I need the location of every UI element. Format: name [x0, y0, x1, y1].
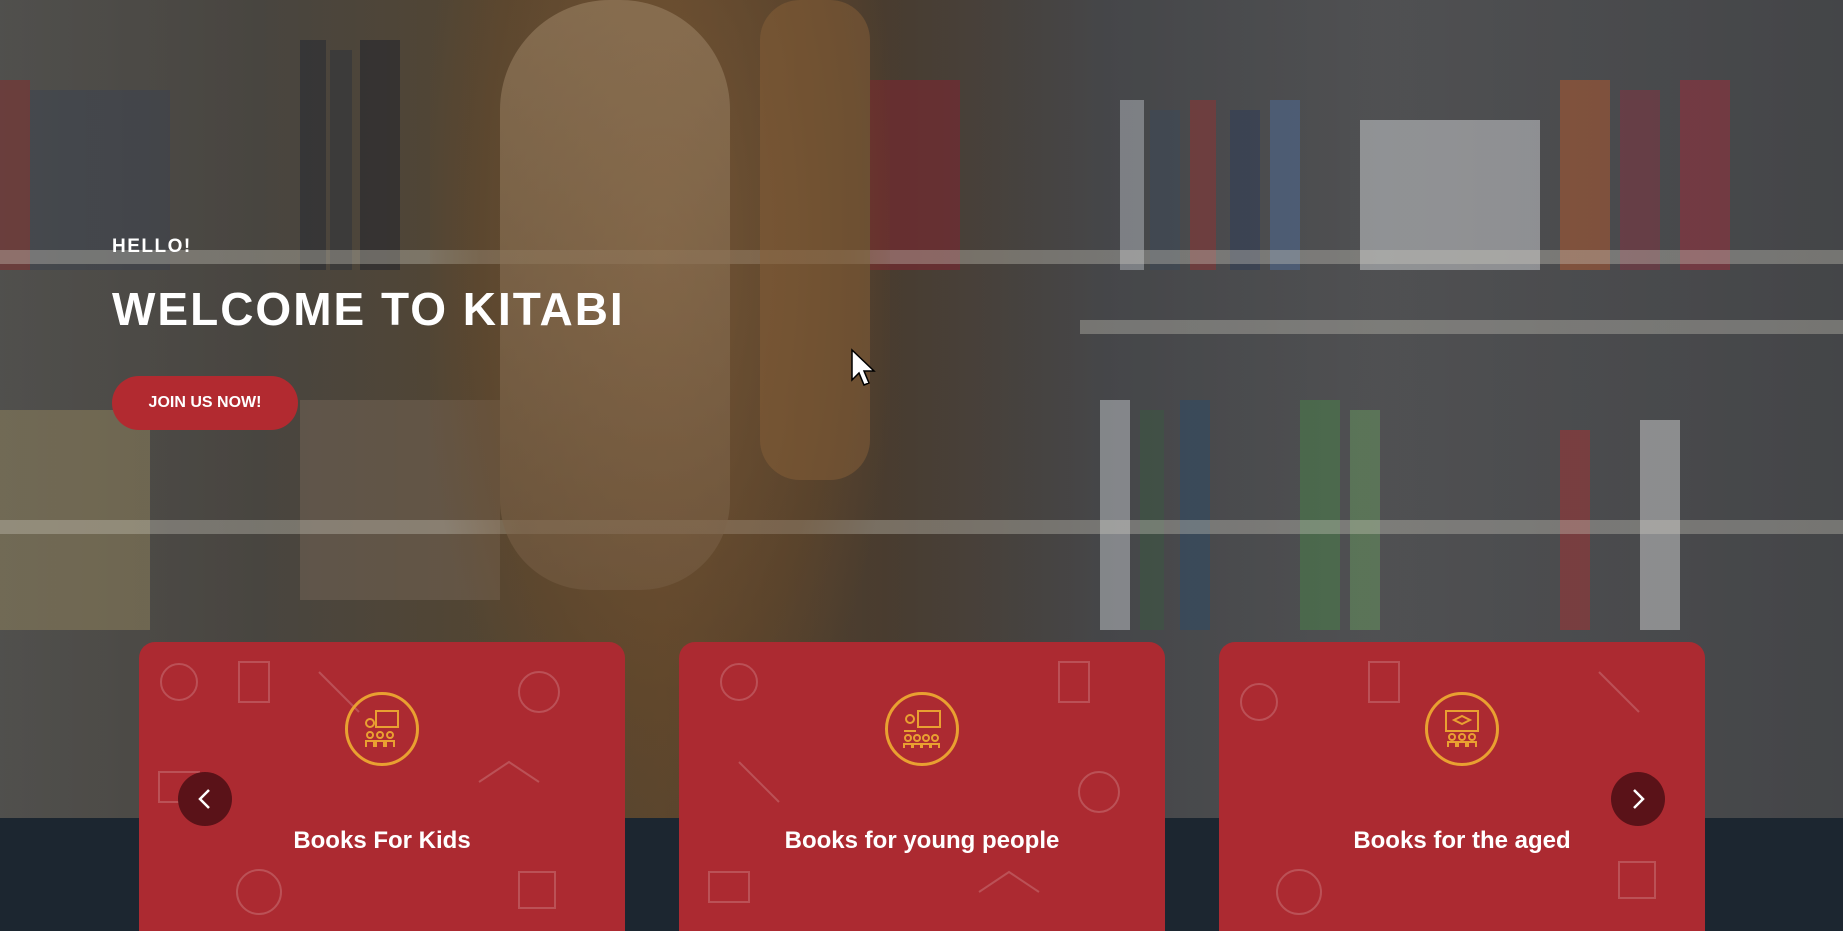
- hero-text: HELLO! WELCOME TO KITABI: [112, 236, 625, 336]
- presentation-audience-icon: [885, 692, 959, 766]
- kids-classroom-icon: [345, 692, 419, 766]
- carousel-next-button[interactable]: [1611, 772, 1665, 826]
- doodle-pattern: [708, 661, 1120, 903]
- shelf-line: [0, 520, 1843, 534]
- card-title: Books For Kids: [293, 827, 471, 854]
- category-card-young[interactable]: Books for young people: [679, 642, 1165, 931]
- carousel-prev-button[interactable]: [178, 772, 232, 826]
- hero-eyebrow: HELLO!: [112, 236, 192, 257]
- card-title: Books for the aged: [1353, 827, 1571, 854]
- card-title: Books for young people: [784, 827, 1060, 854]
- person-arm: [760, 0, 870, 480]
- shelf-line: [1080, 320, 1843, 334]
- chevron-left-icon: [198, 789, 210, 809]
- graduation-board-icon: [1425, 692, 1499, 766]
- hero-title: WELCOME TO KITABI: [112, 283, 625, 335]
- chevron-right-icon: [1633, 789, 1645, 809]
- mouse-cursor-icon: [851, 348, 876, 386]
- join-us-button[interactable]: JOIN US NOW!: [112, 376, 298, 430]
